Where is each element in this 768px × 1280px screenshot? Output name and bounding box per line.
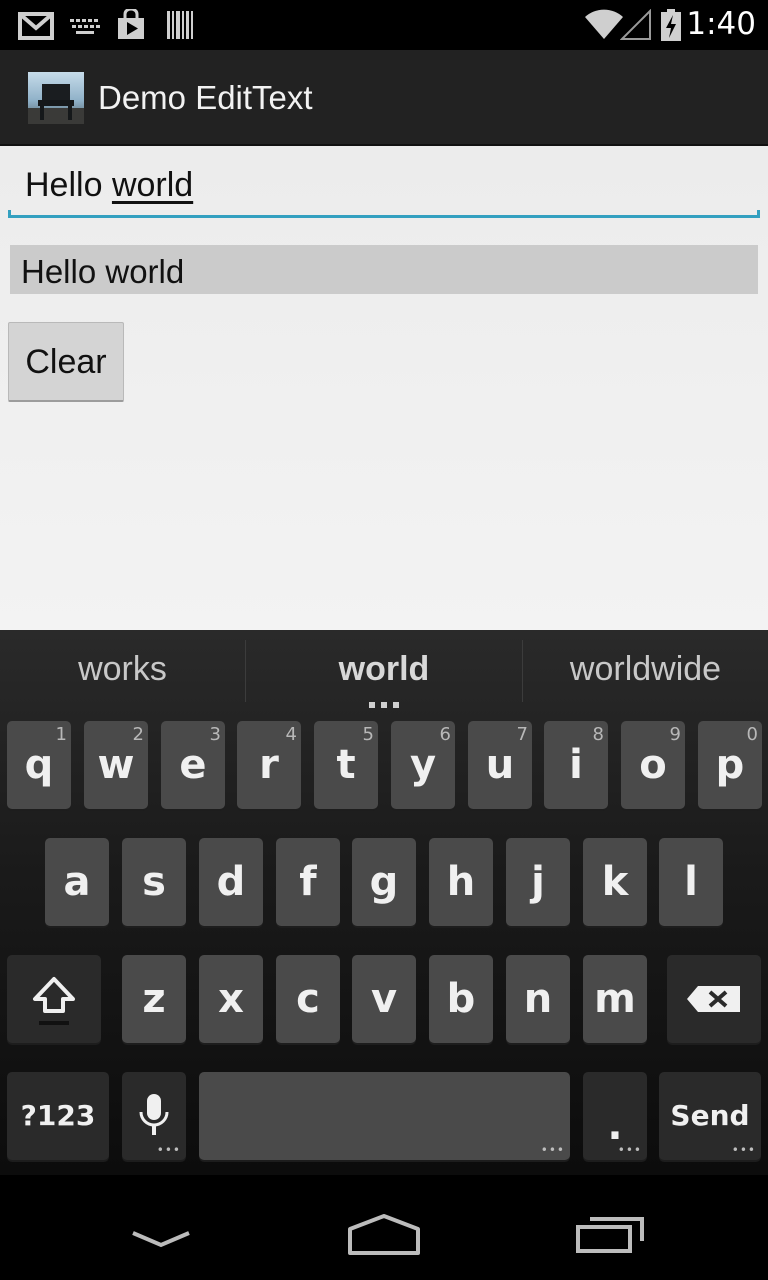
key-y[interactable]: y6: [391, 721, 455, 809]
suggestion-left[interactable]: works: [0, 650, 245, 689]
back-icon[interactable]: [131, 1227, 191, 1257]
key-d[interactable]: d: [199, 838, 263, 926]
edit-text-prefix: Hello: [25, 166, 112, 204]
recent-apps-icon[interactable]: [574, 1215, 646, 1255]
key-hint: 2: [132, 724, 144, 745]
key-label: t: [336, 742, 356, 788]
gmail-icon: [18, 12, 54, 40]
keyboard-icon: [70, 19, 100, 34]
period-key[interactable]: . •••: [583, 1072, 647, 1160]
more-options-dots: •••: [540, 1143, 565, 1157]
main-content: Hello world Hello world Clear: [0, 146, 768, 630]
app-launcher-icon: [28, 72, 84, 124]
battery-charging-icon: [661, 9, 681, 41]
key-a[interactable]: a: [45, 838, 109, 926]
key-label: y: [409, 742, 437, 788]
key-label: Send: [670, 1099, 750, 1132]
navigation-bar: [0, 1175, 768, 1280]
edit-text-input[interactable]: Hello world: [8, 158, 760, 218]
key-hint: 5: [362, 724, 374, 745]
key-p[interactable]: p0: [698, 721, 762, 809]
wifi-icon: [585, 9, 623, 39]
key-hint: 1: [55, 724, 67, 745]
key-t[interactable]: t5: [314, 721, 378, 809]
signal-icon: [620, 9, 651, 40]
key-l[interactable]: l: [659, 838, 723, 926]
key-i[interactable]: i8: [544, 721, 608, 809]
status-bar: 1:40: [0, 0, 768, 50]
voice-input-key[interactable]: •••: [122, 1072, 186, 1160]
key-g[interactable]: g: [352, 838, 416, 926]
microphone-icon: [139, 1094, 169, 1135]
key-label: o: [639, 742, 667, 788]
echo-text: Hello world: [21, 253, 185, 290]
more-options-dots: •••: [731, 1143, 756, 1157]
key-hint: 0: [746, 724, 758, 745]
key-hint: 7: [516, 724, 528, 745]
barcode-icon: [167, 11, 193, 39]
suggestion-center[interactable]: world: [246, 650, 522, 689]
key-label: p: [715, 742, 745, 788]
key-hint: 6: [439, 724, 451, 745]
key-label: i: [569, 742, 583, 788]
key-o[interactable]: o9: [621, 721, 685, 809]
key-j[interactable]: j: [506, 838, 570, 926]
key-label: e: [179, 742, 207, 788]
app-title: Demo EditText: [98, 79, 313, 116]
key-s[interactable]: s: [122, 838, 186, 926]
edit-text-value: Hello world: [25, 166, 193, 205]
space-key[interactable]: •••: [199, 1072, 570, 1160]
clear-button[interactable]: Clear: [8, 322, 124, 402]
shift-icon: [33, 977, 75, 1025]
key-label: u: [485, 742, 515, 788]
echo-text-view: Hello world: [10, 245, 758, 294]
key-c[interactable]: c: [276, 955, 340, 1043]
action-bar: Demo EditText: [0, 50, 768, 146]
key-hint: 9: [669, 724, 681, 745]
key-q[interactable]: q1: [7, 721, 71, 809]
key-e[interactable]: e3: [161, 721, 225, 809]
key-h[interactable]: h: [429, 838, 493, 926]
edit-text-underline: [8, 210, 760, 218]
key-n[interactable]: n: [506, 955, 570, 1043]
key-hint: 4: [285, 724, 297, 745]
more-options-dots: •••: [617, 1143, 642, 1157]
key-hint: 8: [592, 724, 604, 745]
key-m[interactable]: m: [583, 955, 647, 1043]
play-store-icon: [118, 9, 144, 39]
key-label: q: [24, 742, 54, 788]
more-options-dots: •••: [156, 1143, 181, 1157]
composing-word: world: [111, 166, 194, 204]
key-f[interactable]: f: [276, 838, 340, 926]
suggestion-strip: works world worldwide: [0, 630, 768, 714]
send-key[interactable]: Send •••: [659, 1072, 761, 1160]
key-label: w: [97, 742, 135, 788]
clock-time: 1:40: [686, 6, 756, 42]
soft-keyboard: works world worldwide q1 w2 e3 r4 t5 y6 …: [0, 630, 768, 1175]
key-label: r: [259, 742, 279, 788]
key-u[interactable]: u7: [468, 721, 532, 809]
backspace-key[interactable]: [667, 955, 761, 1043]
key-x[interactable]: x: [199, 955, 263, 1043]
key-w[interactable]: w2: [84, 721, 148, 809]
key-z[interactable]: z: [122, 955, 186, 1043]
home-icon[interactable]: [346, 1213, 422, 1257]
key-v[interactable]: v: [352, 955, 416, 1043]
backspace-icon: [687, 986, 740, 1012]
key-r[interactable]: r4: [237, 721, 301, 809]
key-b[interactable]: b: [429, 955, 493, 1043]
symbols-key[interactable]: ?123: [7, 1072, 109, 1160]
shift-key[interactable]: [7, 955, 101, 1043]
key-k[interactable]: k: [583, 838, 647, 926]
suggestion-right[interactable]: worldwide: [523, 650, 768, 689]
key-hint: 3: [209, 724, 221, 745]
